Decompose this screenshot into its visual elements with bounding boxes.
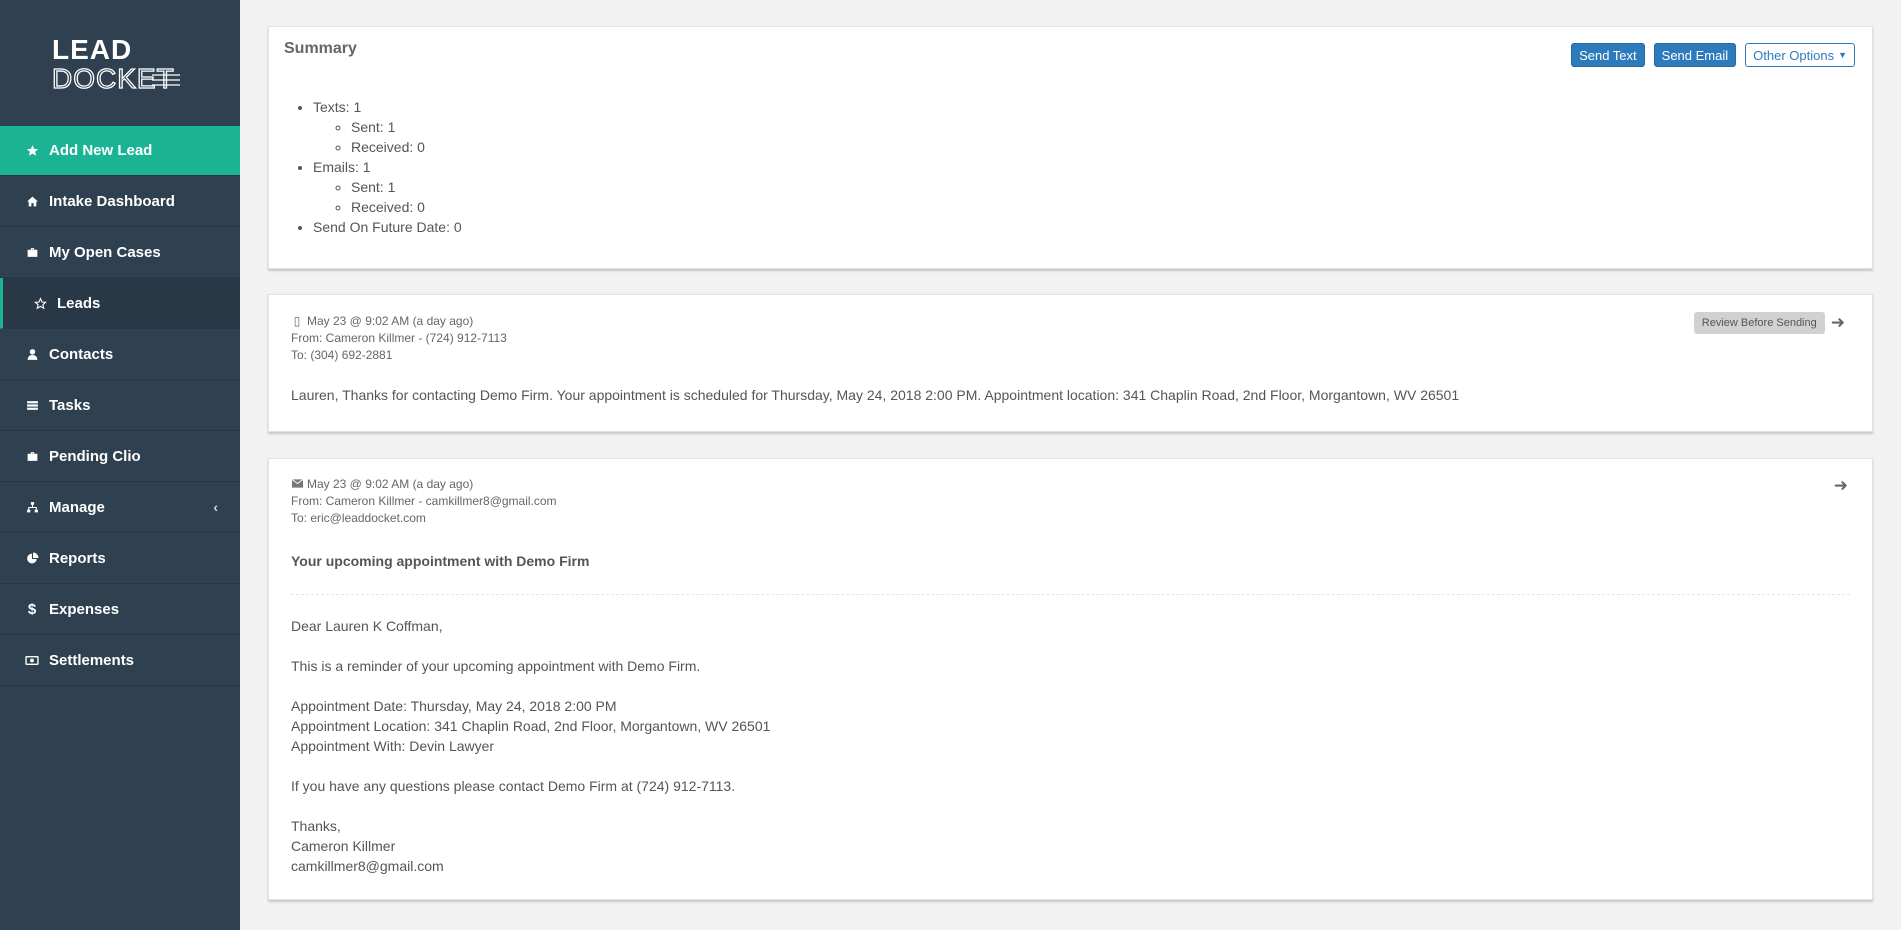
user-icon xyxy=(24,346,40,362)
email-message-to: To: eric@leaddocket.com xyxy=(291,511,426,525)
summary-texts-sent: Sent: 1 xyxy=(351,117,462,137)
send-email-button[interactable]: Send Email xyxy=(1653,43,1737,67)
mobile-phone-icon: ▯ xyxy=(293,314,301,328)
email-message-meta: May 23 @ 9:02 AM (a day ago) From: Camer… xyxy=(291,476,557,527)
lead-docket-logo: LEAD DOCKET xyxy=(51,34,180,93)
text-message-from: From: Cameron Killmer - (724) 912-7113 xyxy=(291,331,507,345)
sidebar-item-label: Tasks xyxy=(49,396,91,414)
main-content: Summary Send Text Send Email Other Optio… xyxy=(240,0,1901,930)
other-options-label: Other Options xyxy=(1753,47,1835,63)
other-options-dropdown[interactable]: Other Options ▼ xyxy=(1745,43,1855,67)
sidebar-item-manage[interactable]: Manage ‹ xyxy=(0,482,240,533)
summary-emails: Emails: 1 Sent: 1 Received: 0 xyxy=(313,157,462,217)
email-body: Dear Lauren K Coffman, This is a reminde… xyxy=(291,616,770,876)
star-outline-icon xyxy=(32,295,48,311)
sitemap-icon xyxy=(24,499,40,515)
email-message-from: From: Cameron Killmer - camkillmer8@gmai… xyxy=(291,494,557,508)
arrow-right-icon[interactable]: ➜ xyxy=(1834,476,1848,496)
sidebar-item-label: Leads xyxy=(57,294,101,312)
sidebar-item-leads[interactable]: Leads xyxy=(0,278,240,329)
summary-actions: Send Text Send Email Other Options ▼ xyxy=(1571,43,1855,67)
text-message-meta: ▯ May 23 @ 9:02 AM (a day ago) From: Came… xyxy=(291,313,507,364)
sidebar-item-expenses[interactable]: $ Expenses xyxy=(0,584,240,635)
sidebar-item-label: Reports xyxy=(49,549,106,567)
envelope-icon xyxy=(291,476,303,493)
sidebar-item-label: Add New Lead xyxy=(49,142,153,159)
pie-chart-icon xyxy=(24,550,40,566)
sidebar-item-label: Pending Clio xyxy=(49,447,141,465)
summary-card: Summary Send Text Send Email Other Optio… xyxy=(268,26,1873,269)
email-appointment-location: Appointment Location: 341 Chaplin Road, … xyxy=(291,718,771,734)
email-message-date: May 23 @ 9:02 AM (a day ago) xyxy=(307,477,474,491)
sidebar-item-label: Settlements xyxy=(49,651,135,669)
email-appointment-with: Appointment With: Devin Lawyer xyxy=(291,738,495,754)
sidebar-item-add-new-lead[interactable]: Add New Lead xyxy=(0,126,240,176)
home-icon xyxy=(24,193,40,209)
briefcase-icon xyxy=(24,448,40,464)
star-icon xyxy=(24,143,40,159)
tasks-icon xyxy=(24,397,40,413)
send-text-button[interactable]: Send Text xyxy=(1571,43,1645,67)
text-message-to: To: (304) 692-2881 xyxy=(291,348,393,362)
email-greeting: Dear Lauren K Coffman, xyxy=(291,618,443,634)
sidebar-item-label: My Open Cases xyxy=(49,243,161,261)
sidebar-item-intake-dashboard[interactable]: Intake Dashboard xyxy=(0,176,240,227)
email-sender-name: Cameron Killmer xyxy=(291,838,396,854)
summary-emails-sent: Sent: 1 xyxy=(351,177,462,197)
sidebar-item-tasks[interactable]: Tasks xyxy=(0,380,240,431)
summary-list: Texts: 1 Sent: 1 Received: 0 Emails: 1 S… xyxy=(313,97,462,237)
summary-texts: Texts: 1 Sent: 1 Received: 0 xyxy=(313,97,462,157)
email-signoff: Thanks, xyxy=(291,818,341,834)
dollar-icon: $ xyxy=(27,600,37,618)
sidebar-item-reports[interactable]: Reports xyxy=(0,533,240,584)
svg-text:DOCKET: DOCKET xyxy=(52,63,175,93)
sidebar-item-pending-clio[interactable]: Pending Clio xyxy=(0,431,240,482)
text-message-actions: Review Before Sending ➜ xyxy=(1693,312,1845,334)
brand-logo[interactable]: LEAD DOCKET xyxy=(0,0,240,126)
email-subject: Your upcoming appointment with Demo Firm xyxy=(291,553,590,569)
sidebar-item-contacts[interactable]: Contacts xyxy=(0,329,240,380)
text-message-card: ▯ May 23 @ 9:02 AM (a day ago) From: Came… xyxy=(268,294,1873,432)
sidebar-item-label: Manage xyxy=(49,498,105,516)
email-questions: If you have any questions please contact… xyxy=(291,778,736,794)
sidebar-item-my-open-cases[interactable]: My Open Cases xyxy=(0,227,240,278)
summary-title: Summary xyxy=(284,40,357,57)
arrow-right-icon[interactable]: ➜ xyxy=(1831,313,1845,333)
summary-texts-received: Received: 0 xyxy=(351,137,462,157)
svg-text:LEAD: LEAD xyxy=(52,34,132,65)
money-icon xyxy=(24,652,40,668)
email-message-card: May 23 @ 9:02 AM (a day ago) From: Camer… xyxy=(268,458,1873,900)
sidebar-item-label: Expenses xyxy=(49,600,120,618)
briefcase-icon xyxy=(24,244,40,260)
email-appointment-date: Appointment Date: Thursday, May 24, 2018… xyxy=(291,698,617,714)
sidebar: LEAD DOCKET Add New Lead Intake Dashboar… xyxy=(0,0,240,930)
review-before-sending-badge: Review Before Sending xyxy=(1693,312,1825,334)
email-sender-email: camkillmer8@gmail.com xyxy=(291,858,444,874)
chevron-left-icon: ‹ xyxy=(213,499,218,515)
sidebar-item-settlements[interactable]: Settlements xyxy=(0,635,240,686)
caret-down-icon: ▼ xyxy=(1838,50,1847,60)
summary-emails-received: Received: 0 xyxy=(351,197,462,217)
email-intro: This is a reminder of your upcoming appo… xyxy=(291,658,701,674)
sidebar-item-label: Contacts xyxy=(49,345,114,363)
email-divider xyxy=(291,594,1850,595)
text-message-body: Lauren, Thanks for contacting Demo Firm.… xyxy=(291,387,1460,403)
sidebar-item-label: Intake Dashboard xyxy=(49,192,175,210)
summary-future-date: Send On Future Date: 0 xyxy=(313,217,462,237)
text-message-date: May 23 @ 9:02 AM (a day ago) xyxy=(307,314,474,328)
